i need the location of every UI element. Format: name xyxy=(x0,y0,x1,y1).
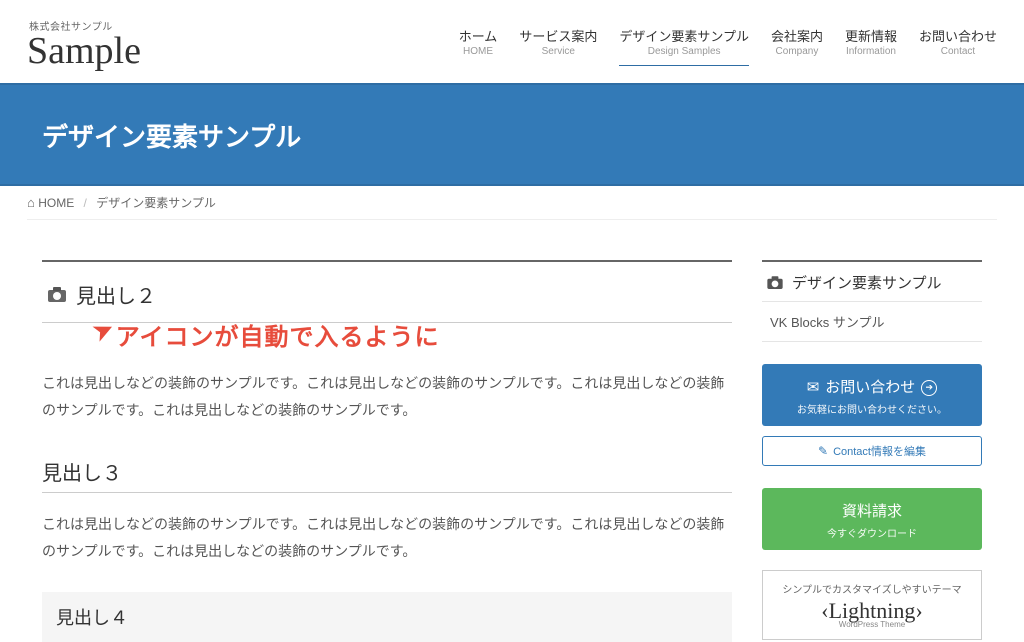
paragraph-1: これは見出しなどの装飾のサンプルです。これは見出しなどの装飾のサンプルです。これ… xyxy=(42,370,732,423)
main-content: 見出し２ ➤ アイコンが自動で入るように これは見出しなどの装飾のサンプルです。… xyxy=(42,260,732,642)
nav-item-service[interactable]: サービス案内 Service xyxy=(519,26,597,66)
header: 株式会社サンプル Sample ホーム HOME サービス案内 Service … xyxy=(27,0,997,81)
heading-4-block: 見出し４ xyxy=(42,592,732,642)
nav-item-company[interactable]: 会社案内 Company xyxy=(771,26,823,66)
edit-contact-button[interactable]: Contact情報を編集 xyxy=(762,436,982,466)
nav-item-design-samples[interactable]: デザイン要素サンプル Design Samples xyxy=(619,26,749,66)
nav-item-home[interactable]: ホーム HOME xyxy=(459,26,498,66)
mail-icon xyxy=(807,378,820,396)
paragraph-2: これは見出しなどの装飾のサンプルです。これは見出しなどの装飾のサンプルです。これ… xyxy=(42,511,732,564)
primary-nav: ホーム HOME サービス案内 Service デザイン要素サンプル Desig… xyxy=(459,26,997,66)
site-logo: Sample xyxy=(27,29,141,73)
download-button[interactable]: 資料請求 今すぐダウンロード xyxy=(762,488,982,550)
angle-right-icon xyxy=(915,598,922,623)
breadcrumb-sep: / xyxy=(84,196,87,210)
heading-2-block: 見出し２ xyxy=(42,260,732,323)
sidebar-heading: デザイン要素サンプル xyxy=(762,260,982,301)
breadcrumb: HOME / デザイン要素サンプル xyxy=(27,186,997,220)
page-title: デザイン要素サンプル xyxy=(42,117,982,154)
sidebar-item-vkblocks[interactable]: VK Blocks サンプル xyxy=(762,301,982,342)
nav-item-information[interactable]: 更新情報 Information xyxy=(845,26,897,66)
heading-2-text: 見出し２ xyxy=(76,280,156,309)
contact-button[interactable]: お問い合わせ お気軽にお問い合わせください。 xyxy=(762,364,982,426)
angle-left-icon xyxy=(821,598,828,623)
site-branding[interactable]: 株式会社サンプル Sample xyxy=(27,18,141,73)
heading-4-text: 見出し４ xyxy=(56,608,128,628)
camera-icon xyxy=(767,277,782,289)
heading-3-text: 見出し３ xyxy=(42,463,122,485)
sidebar: デザイン要素サンプル VK Blocks サンプル お問い合わせ お気軽にお問い… xyxy=(762,260,982,642)
arrow-right-icon xyxy=(921,377,937,396)
lightning-banner[interactable]: シンプルでカスタマイズしやすいテーマ Lightning WordPress T… xyxy=(762,570,982,640)
breadcrumb-home-link[interactable]: HOME xyxy=(38,196,74,210)
annotation-overlay: ➤ アイコンが自動で入るように xyxy=(42,317,732,352)
pencil-icon xyxy=(818,444,828,458)
arrow-icon: ➤ xyxy=(88,314,119,347)
camera-icon xyxy=(48,288,66,302)
heading-3-block: 見出し３ xyxy=(42,451,732,493)
annotation-text: アイコンが自動で入るように xyxy=(116,317,440,352)
breadcrumb-current: デザイン要素サンプル xyxy=(96,196,216,210)
nav-item-contact[interactable]: お問い合わせ Contact xyxy=(919,26,997,66)
page-hero: デザイン要素サンプル xyxy=(0,83,1024,186)
home-icon xyxy=(27,195,35,210)
